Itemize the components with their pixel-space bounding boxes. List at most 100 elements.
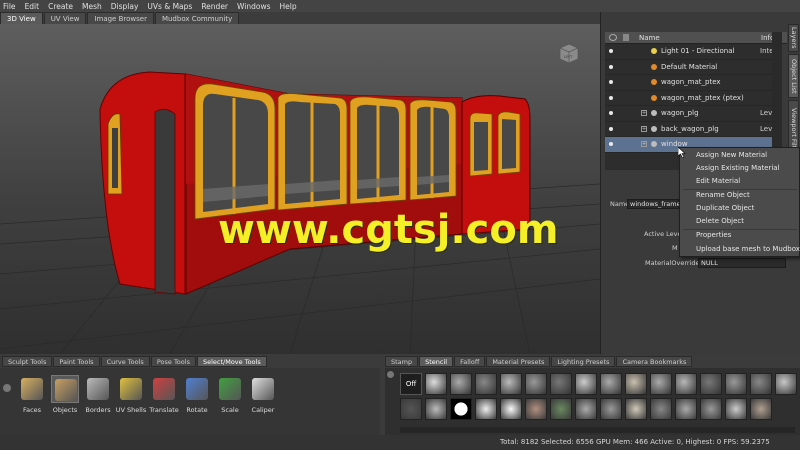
stencil-swatch[interactable] <box>725 373 747 395</box>
tab-lighting-presets[interactable]: Lighting Presets <box>551 356 616 367</box>
stencil-swatch[interactable] <box>575 373 597 395</box>
visibility-icon[interactable] <box>609 111 613 116</box>
tool-faces[interactable]: Faces <box>14 375 50 414</box>
stencil-swatch[interactable] <box>675 373 697 395</box>
stencil-swatch[interactable] <box>625 373 647 395</box>
stencil-swatch[interactable] <box>600 373 622 395</box>
column-name[interactable]: Name <box>639 34 660 42</box>
stencil-scroll-left-icon[interactable] <box>387 371 394 378</box>
stencil-swatch[interactable] <box>475 373 497 395</box>
tab-material-presets[interactable]: Material Presets <box>486 356 551 367</box>
stencil-swatch[interactable] <box>650 398 672 420</box>
tab-stamp[interactable]: Stamp <box>385 356 419 367</box>
tool-uv-shells[interactable]: UV Shells <box>113 375 149 414</box>
menu-assign-existing-material[interactable]: Assign Existing Material <box>696 164 780 172</box>
visibility-icon[interactable] <box>609 64 613 69</box>
tab-layers[interactable]: Layers <box>788 24 799 52</box>
tab-mudbox-community[interactable]: Mudbox Community <box>154 12 240 24</box>
outliner-scrollbar[interactable] <box>772 32 782 158</box>
eye-column-icon[interactable] <box>609 34 617 41</box>
stencil-swatch[interactable] <box>525 373 547 395</box>
stencil-swatch[interactable] <box>675 398 697 420</box>
expand-icon[interactable]: + <box>641 125 647 132</box>
menu-create[interactable]: Create <box>48 2 73 11</box>
stencil-swatch[interactable] <box>450 398 472 420</box>
outliner-row[interactable]: + back_wagon_plg Leve <box>605 122 775 137</box>
stencil-swatch[interactable] <box>600 398 622 420</box>
stencil-swatch[interactable] <box>400 398 422 420</box>
stencil-swatch[interactable] <box>475 398 497 420</box>
stencil-swatch[interactable] <box>625 398 647 420</box>
visibility-icon[interactable] <box>609 126 613 131</box>
stencil-scrollbar[interactable] <box>400 427 795 433</box>
tool-borders[interactable]: Borders <box>80 375 116 414</box>
tool-scale[interactable]: Scale <box>212 375 248 414</box>
visibility-icon[interactable] <box>609 142 613 147</box>
tab-3d-view[interactable]: 3D View <box>0 12 43 24</box>
stencil-swatch[interactable] <box>425 373 447 395</box>
menu-assign-new-material[interactable]: Assign New Material <box>696 151 767 159</box>
stencil-swatch[interactable] <box>550 398 572 420</box>
stencil-swatch[interactable] <box>725 398 747 420</box>
menu-delete-object[interactable]: Delete Object <box>696 217 744 225</box>
outliner-row[interactable]: + wagon_plg Leve <box>605 106 775 122</box>
visibility-icon[interactable] <box>609 49 613 54</box>
menu-edit[interactable]: Edit <box>25 2 40 11</box>
visibility-icon[interactable] <box>609 80 613 85</box>
stencil-off-button[interactable]: Off <box>400 373 422 395</box>
stencil-swatch[interactable] <box>650 373 672 395</box>
stencil-swatch[interactable] <box>750 373 772 395</box>
menu-windows[interactable]: Windows <box>237 2 270 11</box>
tab-paint-tools[interactable]: Paint Tools <box>53 356 100 367</box>
menu-uvs-maps[interactable]: UVs & Maps <box>147 2 192 11</box>
3d-viewport[interactable]: LEFT www.cgtsj.com <box>0 24 600 354</box>
menu-duplicate-object[interactable]: Duplicate Object <box>696 204 754 212</box>
stencil-swatch[interactable] <box>775 373 797 395</box>
tool-rotate[interactable]: Rotate <box>179 375 215 414</box>
tab-camera-bookmarks[interactable]: Camera Bookmarks <box>616 356 693 367</box>
stencil-swatch[interactable] <box>550 373 572 395</box>
menu-edit-material[interactable]: Edit Material <box>696 177 740 185</box>
stencil-swatch[interactable] <box>750 398 772 420</box>
menu-rename-object[interactable]: Rename Object <box>696 191 750 199</box>
tab-stencil[interactable]: Stencil <box>419 356 454 367</box>
tool-objects[interactable]: Objects <box>47 375 83 414</box>
menu-render[interactable]: Render <box>201 2 228 11</box>
visibility-icon[interactable] <box>609 95 613 100</box>
menu-help[interactable]: Help <box>280 2 297 11</box>
expand-icon[interactable]: + <box>641 141 647 148</box>
outliner-row[interactable]: Light 01 - Directional Inte <box>605 44 775 60</box>
menu-upload-base-mesh[interactable]: Upload base mesh to Mudbox C <box>696 245 800 253</box>
tab-pose-tools[interactable]: Pose Tools <box>150 356 196 367</box>
menu-mesh[interactable]: Mesh <box>82 2 102 11</box>
tab-image-browser[interactable]: Image Browser <box>87 12 154 24</box>
outliner-row[interactable]: wagon_mat_ptex <box>605 75 775 91</box>
lock-column-icon[interactable] <box>623 34 629 41</box>
tab-select-move-tools[interactable]: Select/Move Tools <box>196 356 267 367</box>
tray-scroll-left-icon[interactable] <box>3 384 11 392</box>
outliner-row[interactable]: Default Material <box>605 60 775 75</box>
tab-object-list[interactable]: Object List <box>788 54 799 98</box>
stencil-swatch[interactable] <box>525 398 547 420</box>
stencil-swatch[interactable] <box>700 398 722 420</box>
tab-uv-view[interactable]: UV View <box>43 12 87 24</box>
tab-sculpt-tools[interactable]: Sculpt Tools <box>2 356 53 367</box>
stencil-swatch[interactable] <box>500 373 522 395</box>
material-override-select[interactable]: NULL <box>698 258 786 268</box>
outliner-row[interactable]: wagon_mat_ptex (ptex) <box>605 91 775 106</box>
menu-display[interactable]: Display <box>111 2 139 11</box>
stencil-swatch[interactable] <box>500 398 522 420</box>
expand-icon[interactable]: + <box>641 110 647 117</box>
tab-falloff[interactable]: Falloff <box>454 356 486 367</box>
stencil-swatch[interactable] <box>450 373 472 395</box>
menu-file[interactable]: File <box>3 2 16 11</box>
stencil-swatch[interactable] <box>700 373 722 395</box>
name-field[interactable]: windows_frames <box>627 199 684 209</box>
tool-translate[interactable]: Translate <box>146 375 182 414</box>
menu-properties[interactable]: Properties <box>696 231 731 239</box>
stencil-swatch[interactable] <box>425 398 447 420</box>
view-cube[interactable]: LEFT <box>556 40 582 66</box>
tool-caliper[interactable]: Caliper <box>245 375 281 414</box>
stencil-swatch[interactable] <box>575 398 597 420</box>
tab-curve-tools[interactable]: Curve Tools <box>100 356 150 367</box>
